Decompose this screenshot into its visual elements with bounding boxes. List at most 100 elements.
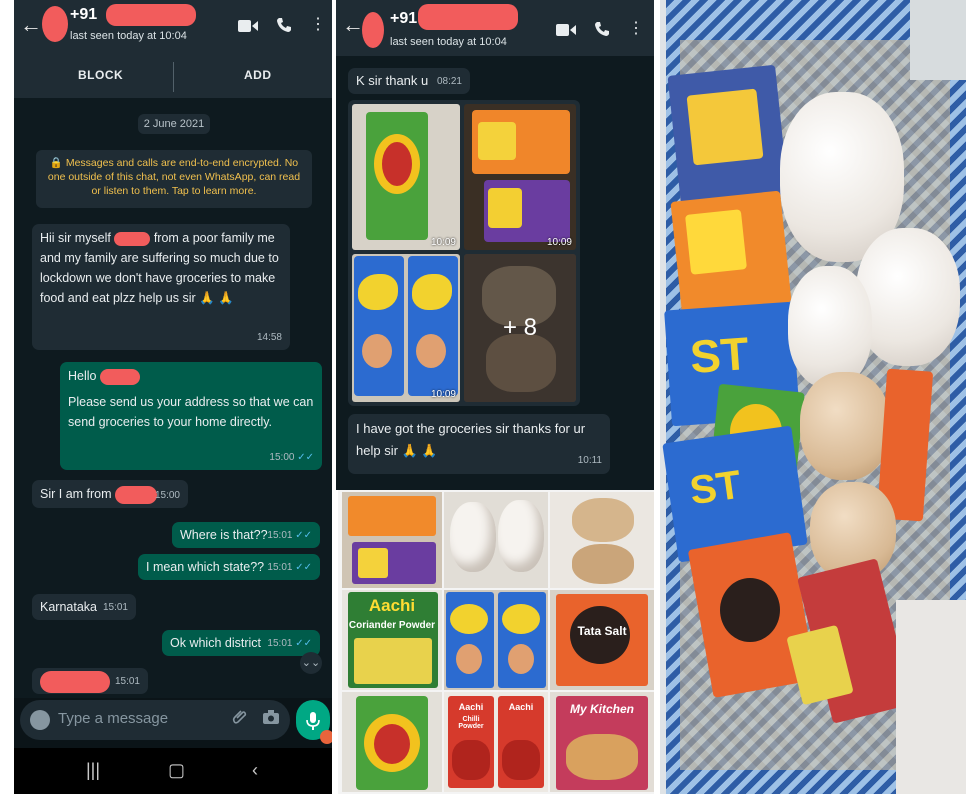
block-add-bar: BLOCK ADD (14, 56, 332, 98)
last-seen-status: last seen today at 10:04 (390, 36, 507, 48)
photo-tile (342, 492, 442, 588)
message-text: K sir thank u (356, 73, 429, 88)
android-nav-bar: ||| ▢ ‹ (14, 748, 332, 794)
avatar[interactable] (362, 12, 384, 48)
avatar[interactable] (42, 6, 68, 42)
message-time: 15:01 (114, 676, 140, 687)
camera-icon[interactable] (262, 709, 280, 730)
redacted-name (114, 231, 151, 246)
message-text: Please send us your address so that we c… (68, 395, 314, 429)
message-outgoing[interactable]: I mean which state?? 15:01 ✓✓ (138, 554, 320, 580)
recents-icon[interactable]: ||| (86, 760, 100, 781)
contact-number: +91 (70, 6, 98, 23)
groceries-photo: ST ST (660, 0, 966, 794)
back-nav-icon[interactable]: ‹ (252, 760, 258, 781)
photo-tile (444, 492, 548, 588)
brand-label: Tata Salt (577, 624, 627, 638)
message-time: 15:01 (102, 602, 128, 613)
message-incoming[interactable]: Hii sir myself from a poor family me and… (32, 224, 290, 350)
packet-logo: ST (688, 327, 751, 383)
contact-number: +91 (390, 10, 418, 27)
message-composer[interactable]: Type a message (20, 700, 290, 740)
redacted-name (99, 368, 140, 385)
product-label: Chilli Powder (458, 716, 484, 730)
brand-label: My Kitchen (569, 702, 634, 716)
more-vert-icon[interactable]: ⋮ (628, 20, 644, 38)
photo-tile: My Kitchen (550, 692, 654, 792)
emoji-icon[interactable] (30, 710, 50, 730)
chat-screenshot-2: ← +91 last seen today at 10:04 ⋮ K sir t… (336, 0, 654, 490)
video-call-icon[interactable] (238, 18, 258, 36)
photo-tile (444, 590, 548, 690)
photo-tile[interactable]: 10:09 (352, 104, 460, 250)
message-text: Ok which district (170, 636, 261, 650)
brand-label: Aachi (508, 702, 534, 712)
rice-bag (856, 228, 960, 366)
read-ticks-icon: ✓✓ (295, 638, 312, 649)
redacted-number (106, 4, 196, 26)
message-time: 15:01 ✓✓ (267, 530, 312, 541)
grocery-packet-label (686, 88, 764, 166)
back-arrow-icon[interactable]: ← (20, 14, 42, 36)
message-text: Hii sir myself (40, 231, 111, 245)
photo-time: 10:09 (546, 237, 572, 248)
photo-tile[interactable]: 10:09 (352, 254, 460, 402)
message-incoming[interactable]: K sir thank u 08:21 (348, 68, 470, 94)
photo-tile: Aachi Aachi Chilli Powder (444, 692, 548, 792)
message-time: 15:00 ✓✓ (269, 452, 314, 463)
wall (910, 0, 966, 80)
message-text: I mean which state?? (146, 560, 265, 574)
phone-icon[interactable] (276, 17, 292, 36)
message-text: Karnataka (40, 600, 97, 614)
message-incoming[interactable]: I have got the groceries sir thanks for … (348, 414, 610, 474)
message-text: Sir I am from (40, 487, 112, 501)
message-incoming[interactable]: Sir I am from 15:00 (32, 480, 188, 508)
message-time: 15:01 ✓✓ (267, 638, 312, 649)
video-call-icon[interactable] (556, 22, 576, 40)
add-button[interactable]: ADD (244, 68, 272, 82)
message-text: I have got the groceries sir thanks for … (356, 421, 586, 458)
brand-label: Aachi (458, 702, 484, 712)
message-outgoing[interactable]: Ok which district 15:01 ✓✓ (162, 630, 320, 656)
paperclip-icon[interactable] (232, 709, 248, 730)
divider (173, 62, 174, 92)
redacted-message (40, 671, 110, 693)
phone-icon[interactable] (594, 21, 610, 40)
read-ticks-icon: ✓✓ (297, 452, 314, 463)
photo-tile (342, 692, 442, 792)
badge-dot (320, 730, 332, 744)
message-input[interactable]: Type a message (58, 710, 168, 727)
photo-tile: Tata Salt (550, 590, 654, 690)
photo-tile: Aachi Coriander Powder (342, 590, 442, 690)
photo-time: 10:09 (430, 237, 456, 248)
redacted-number (418, 4, 518, 30)
home-icon[interactable]: ▢ (168, 760, 185, 781)
read-ticks-icon: ✓✓ (295, 530, 312, 541)
more-vert-icon[interactable]: ⋮ (310, 16, 326, 34)
message-outgoing[interactable]: Where is that?? 15:01 ✓✓ (172, 522, 320, 548)
back-arrow-icon[interactable]: ← (342, 14, 364, 36)
message-time: 10:11 (577, 455, 602, 466)
rice-bag (788, 266, 872, 388)
message-outgoing[interactable]: Hello Please send us your address so tha… (60, 362, 322, 470)
chat-screenshot-1: ← +91 last seen today at 10:04 ⋮ BLOCK A… (14, 0, 332, 794)
message-incoming[interactable]: 15:01 (32, 668, 148, 694)
floor (896, 600, 966, 794)
read-ticks-icon: ✓✓ (295, 562, 312, 573)
scroll-down-button[interactable]: ⌄⌄ (300, 652, 322, 674)
photo-album-message[interactable]: 10:09 10:09 10:09 + 8 (348, 100, 580, 406)
product-label: Coriander Powder (348, 620, 436, 631)
date-chip: 2 June 2021 (138, 114, 210, 134)
block-button[interactable]: BLOCK (78, 68, 123, 82)
grocery-packet-label (685, 209, 747, 275)
encryption-notice[interactable]: 🔒 Messages and calls are end-to-end encr… (36, 150, 312, 208)
message-text: Hello (68, 369, 97, 383)
photo-time: 10:09 (430, 389, 456, 400)
message-time: 15:00 (154, 490, 180, 501)
message-incoming[interactable]: Karnataka 15:01 (32, 594, 136, 620)
photo-tile[interactable]: 10:09 (464, 104, 576, 250)
photo-tile[interactable]: + 8 (464, 254, 576, 402)
message-time: 14:58 (256, 332, 282, 343)
packet-logo: ST (687, 462, 744, 514)
photo-tile (550, 492, 654, 588)
